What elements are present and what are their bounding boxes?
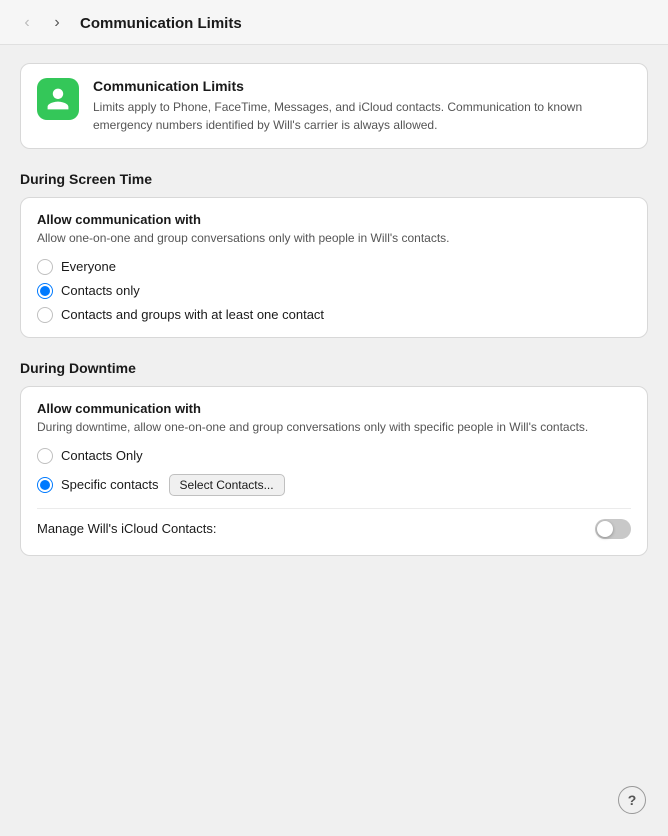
radio-specific-contacts: [37, 477, 53, 493]
radio-contacts-only-label: Contacts only: [61, 283, 140, 298]
downtime-card: Allow communication with During downtime…: [20, 386, 648, 556]
screen-time-option-contacts-only[interactable]: Contacts only: [37, 283, 631, 299]
downtime-card-subtitle: During downtime, allow one-on-one and gr…: [37, 419, 631, 436]
screen-time-option-contacts-groups[interactable]: Contacts and groups with at least one co…: [37, 307, 631, 323]
info-title: Communication Limits: [93, 78, 631, 94]
manage-icloud-toggle[interactable]: [595, 519, 631, 539]
back-button[interactable]: ‹: [16, 12, 38, 34]
screen-time-radio-group: Everyone Contacts only Contacts and grou…: [37, 259, 631, 323]
radio-downtime-contacts-only: [37, 448, 53, 464]
screen-time-card-subtitle: Allow one-on-one and group conversations…: [37, 230, 631, 247]
downtime-card-title: Allow communication with: [37, 401, 631, 416]
content-area: Communication Limits Limits apply to Pho…: [0, 45, 668, 834]
select-contacts-button[interactable]: Select Contacts...: [169, 474, 285, 496]
radio-downtime-contacts-only-label: Contacts Only: [61, 448, 143, 463]
downtime-section-title: During Downtime: [20, 360, 648, 376]
radio-everyone-label: Everyone: [61, 259, 116, 274]
screen-time-card-title: Allow communication with: [37, 212, 631, 227]
info-text: Communication Limits Limits apply to Pho…: [93, 78, 631, 134]
manage-icloud-label: Manage Will's iCloud Contacts:: [37, 521, 217, 536]
downtime-radio-group: Contacts Only Specific contacts Select C…: [37, 448, 631, 498]
title-bar: ‹ › Communication Limits: [0, 0, 668, 45]
info-card: Communication Limits Limits apply to Pho…: [20, 63, 648, 149]
downtime-option-specific[interactable]: Specific contacts: [37, 477, 159, 493]
page-title: Communication Limits: [80, 15, 242, 32]
contacts-icon: [45, 86, 71, 112]
radio-contacts-groups: [37, 307, 53, 323]
forward-button[interactable]: ›: [46, 12, 68, 34]
radio-contacts-groups-label: Contacts and groups with at least one co…: [61, 307, 324, 322]
help-button[interactable]: ?: [618, 786, 646, 814]
screen-time-option-everyone[interactable]: Everyone: [37, 259, 631, 275]
screen-time-card: Allow communication with Allow one-on-on…: [20, 197, 648, 338]
app-icon: [37, 78, 79, 120]
manage-icloud-row: Manage Will's iCloud Contacts:: [37, 508, 631, 541]
downtime-option-contacts-only[interactable]: Contacts Only: [37, 448, 631, 464]
radio-everyone: [37, 259, 53, 275]
downtime-specific-contacts-row: Specific contacts Select Contacts...: [37, 472, 631, 498]
radio-specific-contacts-label: Specific contacts: [61, 477, 159, 492]
radio-contacts-only: [37, 283, 53, 299]
screen-time-section-title: During Screen Time: [20, 171, 648, 187]
info-description: Limits apply to Phone, FaceTime, Message…: [93, 98, 631, 134]
